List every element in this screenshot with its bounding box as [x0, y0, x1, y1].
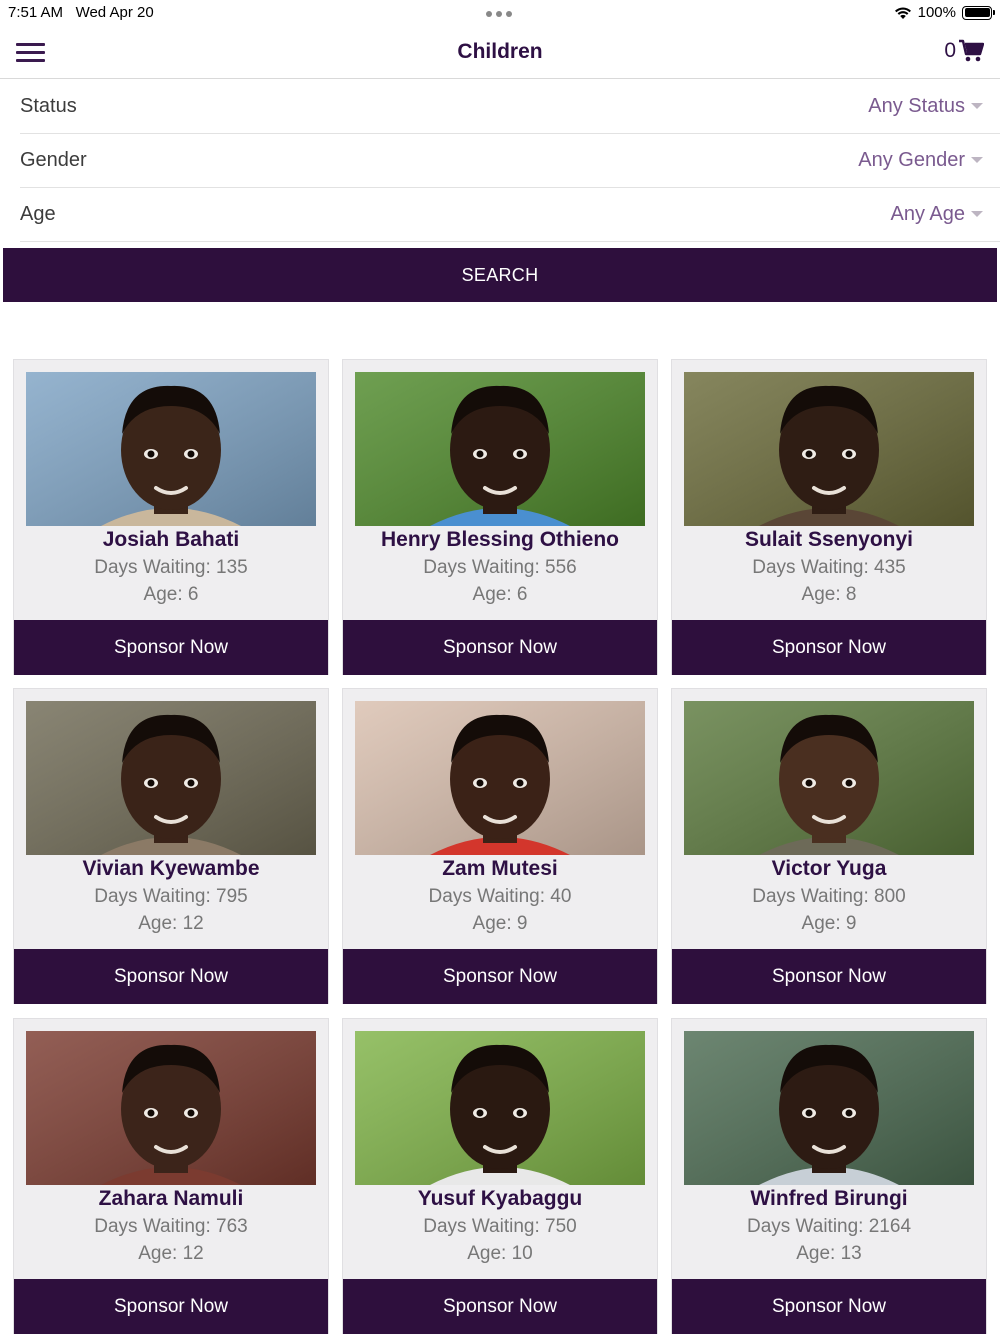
child-card[interactable]: Zahara Namuli Days Waiting: 763 Age: 12 Spo… [13, 1018, 329, 1334]
child-photo[interactable] [684, 372, 974, 526]
cart-count: 0 [944, 39, 956, 62]
days-waiting: Days Waiting: 435 [752, 557, 906, 578]
child-photo[interactable] [26, 372, 316, 526]
child-photo[interactable] [684, 701, 974, 855]
child-photo[interactable] [26, 701, 316, 855]
filter-age[interactable]: Age Any Age [0, 188, 1000, 242]
sponsor-now-button[interactable]: Sponsor Now [343, 620, 657, 675]
child-photo[interactable] [355, 701, 645, 855]
child-name[interactable]: Zam Mutesi [343, 857, 657, 881]
days-waiting: Days Waiting: 750 [423, 1216, 577, 1237]
battery-icon [962, 5, 995, 20]
child-name[interactable]: Winfred Birungi [672, 1187, 986, 1211]
sponsor-now-button[interactable]: Sponsor Now [672, 620, 986, 675]
child-card[interactable]: Winfred Birungi Days Waiting: 2164 Age: 13… [671, 1018, 987, 1334]
page-title: Children [457, 40, 543, 63]
days-waiting: Days Waiting: 2164 [746, 1216, 912, 1237]
child-name[interactable]: Josiah Bahati [14, 528, 328, 552]
child-name[interactable]: Vivian Kyewambe [14, 857, 328, 881]
status-bar: 7:51 AM Wed Apr 20 100% [0, 0, 1000, 26]
child-age: Age: 10 [467, 1243, 533, 1264]
child-age: Age: 9 [801, 913, 857, 934]
sponsor-now-button[interactable]: Sponsor Now [672, 949, 986, 1004]
child-photo[interactable] [26, 1031, 316, 1185]
filter-gender[interactable]: Gender Any Gender [0, 134, 1000, 188]
filter-label: Gender [20, 149, 87, 171]
child-card[interactable]: Yusuf Kyabaggu Days Waiting: 750 Age: 10 Sp… [342, 1018, 658, 1334]
age-select[interactable]: Any Age [890, 203, 965, 226]
child-photo[interactable] [355, 372, 645, 526]
dropdown-caret-icon [971, 211, 983, 217]
days-waiting: Days Waiting: 40 [428, 886, 572, 907]
child-age: Age: 13 [796, 1243, 862, 1264]
sponsor-now-button[interactable]: Sponsor Now [14, 949, 328, 1004]
battery-percent: 100% [917, 4, 956, 21]
multitasking-dots-icon[interactable] [486, 11, 512, 17]
days-waiting: Days Waiting: 800 [752, 886, 906, 907]
child-card[interactable]: Sulait Ssenyonyi Days Waiting: 435 Age: 8 S… [671, 359, 987, 675]
child-name[interactable]: Henry Blessing Othieno [343, 528, 657, 552]
child-age: Age: 12 [138, 1243, 204, 1264]
child-age: Age: 12 [138, 913, 204, 934]
days-waiting: Days Waiting: 135 [94, 557, 248, 578]
sponsor-now-button[interactable]: Sponsor Now [672, 1279, 986, 1334]
child-age: Age: 8 [801, 584, 857, 605]
child-age: Age: 6 [143, 584, 199, 605]
child-card[interactable]: Josiah Bahati Days Waiting: 135 Age: 6 Spon… [13, 359, 329, 675]
filter-label: Status [20, 95, 77, 117]
child-photo[interactable] [684, 1031, 974, 1185]
child-name[interactable]: Yusuf Kyabaggu [343, 1187, 657, 1211]
filter-label: Age [20, 203, 56, 225]
child-age: Age: 6 [472, 584, 528, 605]
sponsor-now-button[interactable]: Sponsor Now [14, 620, 328, 675]
child-name[interactable]: Zahara Namuli [14, 1187, 328, 1211]
filter-status[interactable]: Status Any Status [0, 80, 1000, 134]
child-age: Age: 9 [472, 913, 528, 934]
sponsor-now-button[interactable]: Sponsor Now [343, 949, 657, 1004]
sponsor-now-button[interactable]: Sponsor Now [14, 1279, 328, 1334]
child-photo[interactable] [355, 1031, 645, 1185]
dropdown-caret-icon [971, 103, 983, 109]
days-waiting: Days Waiting: 795 [94, 886, 248, 907]
dropdown-caret-icon [971, 157, 983, 163]
child-card[interactable]: Vivian Kyewambe Days Waiting: 795 Age: 12 S… [13, 688, 329, 1004]
child-card[interactable]: Zam Mutesi Days Waiting: 40 Age: 9 Sponsor … [342, 688, 658, 1004]
child-name[interactable]: Victor Yuga [672, 857, 986, 881]
sponsor-now-button[interactable]: Sponsor Now [343, 1279, 657, 1334]
days-waiting: Days Waiting: 763 [94, 1216, 248, 1237]
nav-bar: Children 0 [0, 26, 1000, 79]
gender-select[interactable]: Any Gender [858, 149, 965, 172]
status-select[interactable]: Any Status [868, 95, 965, 118]
child-name[interactable]: Sulait Ssenyonyi [672, 528, 986, 552]
cart-icon [959, 39, 984, 62]
cart-button[interactable]: 0 [944, 39, 984, 63]
child-card[interactable]: Victor Yuga Days Waiting: 800 Age: 9 Sponso… [671, 688, 987, 1004]
search-button[interactable]: SEARCH [3, 248, 997, 302]
status-date: Wed Apr 20 [75, 4, 154, 21]
days-waiting: Days Waiting: 556 [423, 557, 577, 578]
wifi-icon [894, 6, 911, 19]
status-time: 7:51 AM Wed Apr 20 [8, 4, 154, 21]
child-card[interactable]: Henry Blessing Othieno Days Waiting: 556 A… [342, 359, 658, 675]
